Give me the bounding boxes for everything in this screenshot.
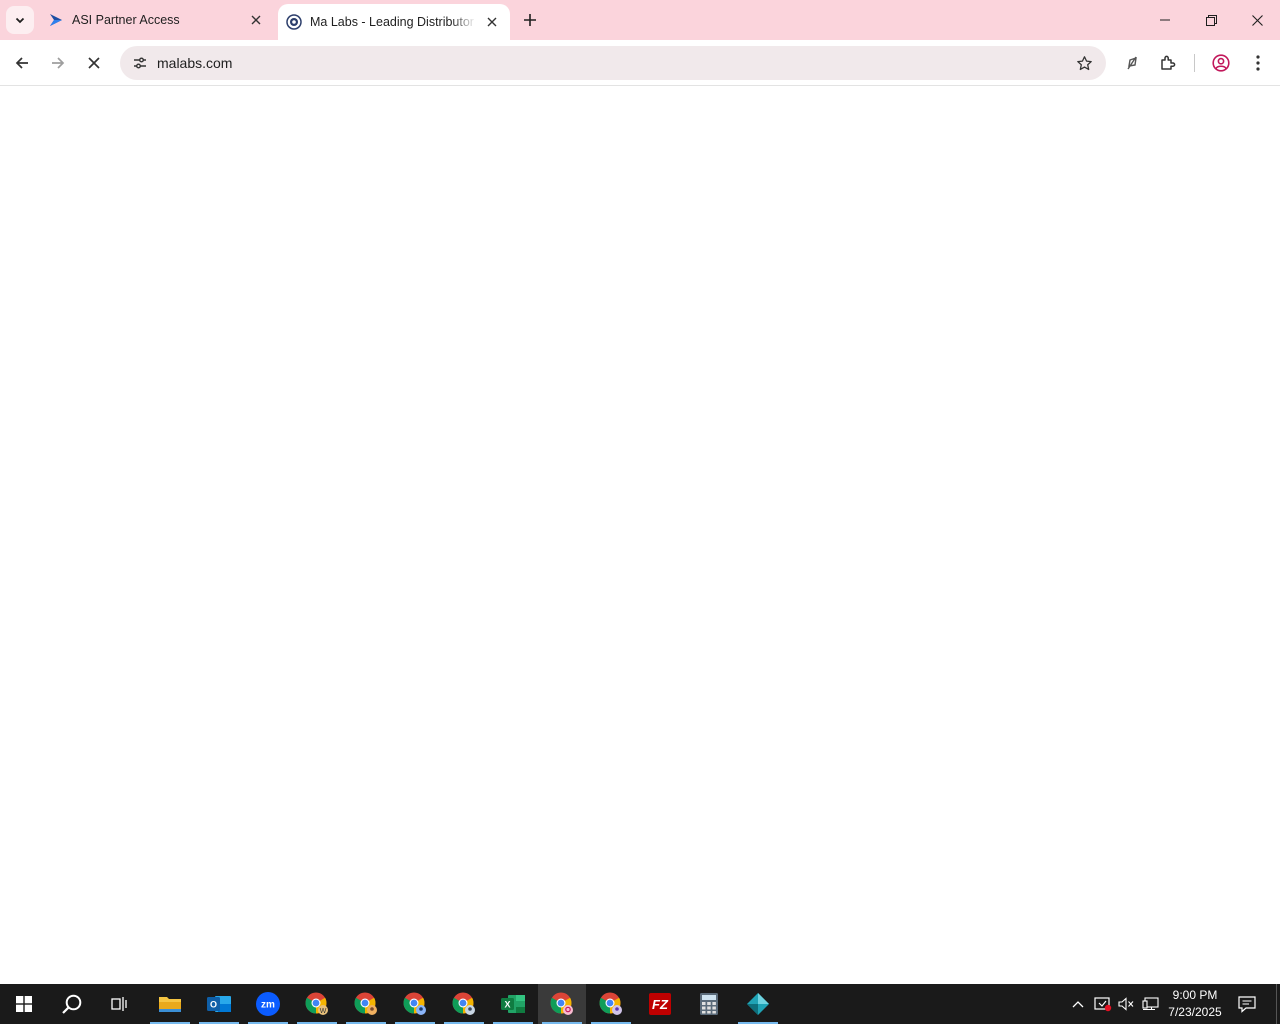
- tab-title: ASI Partner Access: [72, 13, 180, 27]
- taskbar-clock[interactable]: 9:00 PM 7/23/2025: [1162, 987, 1228, 1021]
- chrome-profile-6-icon: [599, 992, 622, 1015]
- chevron-down-icon: [15, 17, 25, 24]
- close-icon: [1251, 14, 1263, 26]
- svg-text:X: X: [504, 1000, 510, 1010]
- bookmark-star-icon[interactable]: [1074, 53, 1094, 73]
- taskbar-calculator[interactable]: [685, 984, 733, 1024]
- taskbar-chrome-2[interactable]: [342, 984, 390, 1024]
- extensions-menu-button[interactable]: [1152, 47, 1184, 79]
- calculator-icon: [700, 993, 718, 1015]
- chrome-profile-3-icon: [403, 992, 426, 1015]
- malabs-logo-icon: [286, 14, 302, 30]
- taskbar-outlook[interactable]: O: [195, 984, 243, 1024]
- new-tab-button[interactable]: [518, 8, 542, 32]
- browser-menu-button[interactable]: [1242, 47, 1274, 79]
- shield-alert-icon: [1094, 997, 1112, 1012]
- forward-button[interactable]: [42, 47, 74, 79]
- tab-asi-partner-access[interactable]: ASI Partner Access: [40, 0, 274, 40]
- tab-title: Ma Labs - Leading Distributor of: [310, 15, 476, 29]
- svg-text:W: W: [320, 1008, 327, 1015]
- puzzle-icon: [1161, 55, 1176, 70]
- extension-feather-icon: [1127, 56, 1137, 70]
- windows-taskbar: O zm W X FZ 9:00 PM 7/23/2025: [0, 984, 1280, 1024]
- tab-search-button[interactable]: [6, 6, 34, 34]
- avatar-icon: [1212, 54, 1230, 72]
- show-desktop-button[interactable]: [1276, 984, 1280, 1024]
- taskbar-chrome-5-active[interactable]: [538, 984, 586, 1024]
- tray-volume[interactable]: [1116, 984, 1136, 1024]
- close-tab-icon[interactable]: [484, 14, 500, 30]
- restore-button[interactable]: [1188, 0, 1234, 40]
- excel-icon: X: [501, 995, 525, 1013]
- back-button[interactable]: [6, 47, 38, 79]
- close-icon: [88, 57, 100, 69]
- taskbar-chrome-6[interactable]: [587, 984, 635, 1024]
- restore-icon: [1205, 14, 1217, 26]
- toolbar-separator: [1194, 54, 1195, 72]
- minimize-button[interactable]: [1142, 0, 1188, 40]
- taskbar-chrome-w[interactable]: W: [293, 984, 341, 1024]
- taskbar-file-explorer[interactable]: [146, 984, 194, 1024]
- chrome-profile-w-icon: W: [305, 992, 328, 1015]
- taskbar-filezilla[interactable]: FZ: [636, 984, 684, 1024]
- url-text: malabs.com: [157, 55, 233, 71]
- app-diamond-icon: [747, 993, 769, 1015]
- svg-text:zm: zm: [261, 1000, 275, 1011]
- address-bar[interactable]: malabs.com: [120, 46, 1106, 80]
- task-view-icon: [111, 997, 127, 1011]
- browser-toolbar: malabs.com: [0, 40, 1280, 86]
- zoom-icon: zm: [256, 992, 280, 1016]
- windows-logo-icon: [16, 996, 32, 1012]
- minimize-icon: [1160, 19, 1170, 21]
- clock-date: 7/23/2025: [1168, 1005, 1222, 1019]
- chrome-profile-4-icon: [452, 992, 475, 1015]
- taskbar-excel[interactable]: X: [489, 984, 537, 1024]
- arrow-left-icon: [15, 57, 28, 69]
- tray-network[interactable]: [1140, 984, 1162, 1024]
- outlook-icon: O: [207, 996, 231, 1012]
- action-center-button[interactable]: [1232, 984, 1262, 1024]
- profile-button[interactable]: [1205, 47, 1237, 79]
- kebab-menu-icon: [1256, 55, 1260, 71]
- start-button[interactable]: [0, 984, 48, 1024]
- chrome-profile-5-icon: [550, 992, 573, 1015]
- tab-strip: ASI Partner Access Ma Labs - Leading Dis…: [0, 0, 1280, 40]
- taskbar-app-diamond[interactable]: [734, 984, 782, 1024]
- stop-loading-button[interactable]: [78, 47, 110, 79]
- tab-ma-labs[interactable]: Ma Labs - Leading Distributor of: [278, 4, 510, 40]
- clock-time: 9:00 PM: [1172, 988, 1218, 1002]
- asi-logo-icon: [48, 12, 64, 28]
- search-icon: [62, 994, 82, 1014]
- chrome-profile-2-icon: [354, 992, 377, 1015]
- task-view-button[interactable]: [96, 984, 144, 1024]
- svg-text:O: O: [210, 1000, 217, 1010]
- svg-text:FZ: FZ: [652, 997, 669, 1012]
- tray-security[interactable]: [1092, 984, 1114, 1024]
- taskbar-zoom[interactable]: zm: [244, 984, 292, 1024]
- plus-icon: [524, 14, 536, 26]
- filezilla-icon: FZ: [649, 993, 671, 1015]
- page-content-area[interactable]: [0, 87, 1280, 984]
- chevron-up-icon: [1072, 1001, 1084, 1008]
- extension-button[interactable]: [1116, 47, 1148, 79]
- volume-muted-icon: [1118, 997, 1134, 1011]
- network-ethernet-icon: [1142, 997, 1159, 1011]
- close-tab-icon[interactable]: [248, 12, 264, 28]
- show-hidden-icons-button[interactable]: [1068, 984, 1088, 1024]
- arrow-right-icon: [52, 57, 65, 69]
- search-button[interactable]: [48, 984, 96, 1024]
- site-settings-icon[interactable]: [128, 51, 152, 75]
- notifications-icon: [1238, 995, 1256, 1013]
- taskbar-chrome-3[interactable]: [391, 984, 439, 1024]
- file-explorer-icon: [159, 997, 181, 1012]
- close-window-button[interactable]: [1234, 0, 1280, 40]
- taskbar-chrome-4[interactable]: [440, 984, 488, 1024]
